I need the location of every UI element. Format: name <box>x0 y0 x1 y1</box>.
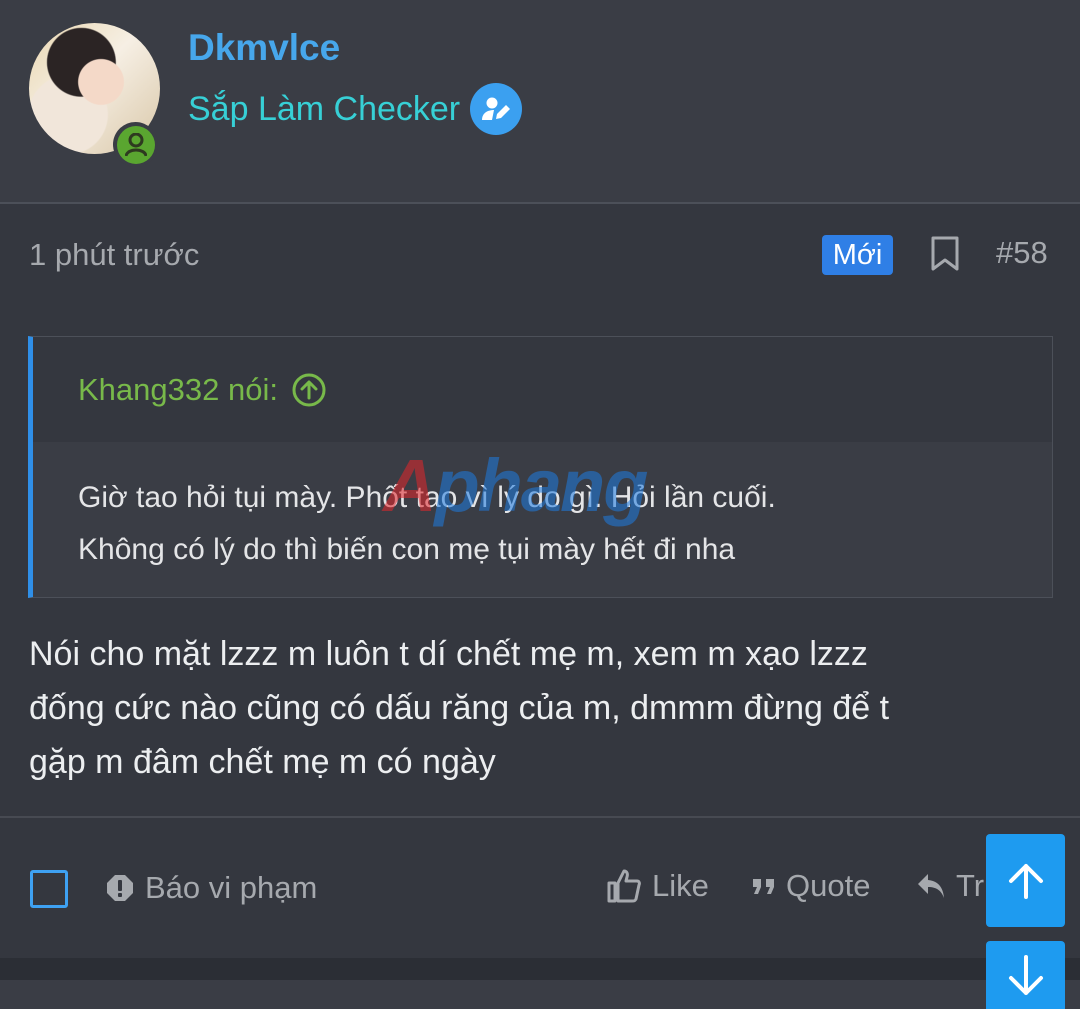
quote-author[interactable]: Khang332 nói: <box>78 372 278 408</box>
quote-icon <box>753 879 774 894</box>
like-label: Like <box>652 868 709 903</box>
user-icon <box>124 132 147 157</box>
arrow-down-icon <box>1008 955 1043 995</box>
message-line: gặp m đâm chết mẹ m có ngày <box>29 743 496 781</box>
report-label: Báo vi phạm <box>145 870 318 905</box>
reply-label: Tr <box>956 868 985 903</box>
user-title-text: Sắp Làm Checker <box>188 89 461 128</box>
message-line: đống cức nào cũng có dấu răng của m, dmm… <box>29 689 890 727</box>
message-line: Nói cho mặt lzzz m luôn t dí chết mẹ m, … <box>29 635 868 673</box>
quote-line: Không có lý do thì biến con mẹ tụi mày h… <box>78 533 736 566</box>
username[interactable]: Dkmvlce <box>188 27 340 69</box>
arrow-circle-up-icon[interactable] <box>292 373 326 407</box>
next-post-edge <box>0 980 1080 1009</box>
post-actions: Báo vi phạm Like Quote Tr <box>0 816 1080 958</box>
scroll-down-button[interactable] <box>986 941 1065 1009</box>
message-body: Nói cho mặt lzzz m luôn t dí chết mẹ m, … <box>29 627 1029 789</box>
reply-icon <box>918 874 944 898</box>
select-checkbox[interactable] <box>30 870 68 908</box>
new-badge: Mới <box>822 235 893 275</box>
post-time[interactable]: 1 phút trước <box>29 237 199 273</box>
post: 1 phút trước Mới #58 Khang332 nói: Giờ t… <box>0 204 1080 958</box>
quote-header[interactable]: Khang332 nói: <box>33 337 1052 442</box>
quote-content: Giờ tao hỏi tụi mày. Phốt tao vì lý do g… <box>33 442 1052 576</box>
report-button[interactable]: Báo vi phạm <box>106 870 317 906</box>
quote-button[interactable]: Quote <box>752 868 870 904</box>
user-header: Dkmvlce Sắp Làm Checker <box>0 0 1080 204</box>
exclamation-octagon-icon <box>107 875 133 901</box>
like-button[interactable]: Like <box>606 868 709 904</box>
thread-page: Dkmvlce Sắp Làm Checker 1 phút trước Mới… <box>0 0 1080 1009</box>
quote-line: Giờ tao hỏi tụi mày. Phốt tao vì lý do g… <box>78 481 776 514</box>
online-status-badge <box>113 122 158 167</box>
quote-label: Quote <box>786 868 871 903</box>
reply-button[interactable]: Tr <box>916 868 984 904</box>
bookmark-icon[interactable] <box>930 236 960 272</box>
scroll-up-button[interactable] <box>986 834 1065 927</box>
quote-block: Khang332 nói: Giờ tao hỏi tụi mày. Phốt … <box>28 336 1053 598</box>
user-title: Sắp Làm Checker <box>188 83 523 135</box>
post-number[interactable]: #58 <box>996 235 1048 271</box>
user-edit-icon <box>470 83 523 135</box>
arrow-up-icon <box>1008 863 1043 899</box>
thumbs-up-icon <box>607 869 641 903</box>
